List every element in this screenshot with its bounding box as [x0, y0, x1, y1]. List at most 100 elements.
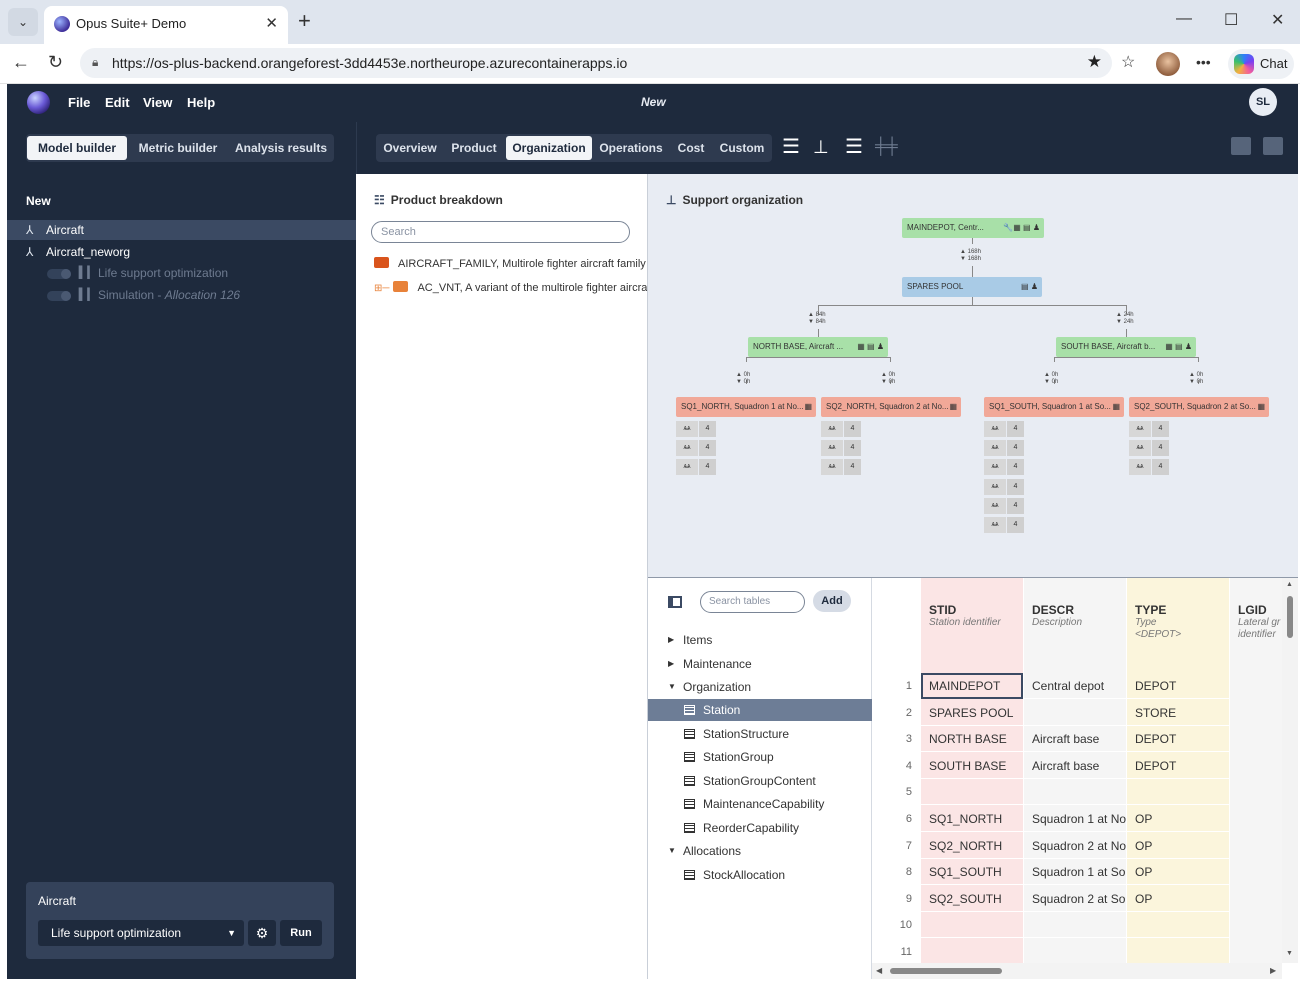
column-header-stid[interactable]: STID Station identifier: [921, 578, 1023, 673]
scroll-left-icon[interactable]: ◀: [876, 966, 882, 975]
table-item-stationgroup[interactable]: StationGroup: [648, 746, 872, 768]
add-table-button[interactable]: Add: [813, 590, 851, 612]
table-cell[interactable]: DEPOT: [1127, 753, 1229, 779]
row-number[interactable]: 10: [872, 912, 920, 938]
table-cell[interactable]: OP: [1127, 859, 1229, 886]
analysis-item-simulation[interactable]: ▍▎ Simulation - Allocation 126: [7, 285, 356, 305]
product-item[interactable]: ⊞─ AC_VNT, A variant of the multirole fig…: [374, 279, 647, 297]
stock-indicator[interactable]: ѧѧ 4: [984, 459, 1024, 476]
table-cell[interactable]: STORE: [1127, 700, 1229, 726]
table-cell[interactable]: [1024, 912, 1126, 939]
org-node-sq1-south[interactable]: SQ1_SOUTH, Squadron 1 at So... ▦: [984, 397, 1124, 417]
mode-metric-builder[interactable]: Metric builder: [130, 136, 226, 160]
horizontal-scrollbar[interactable]: ◀ ▶: [872, 963, 1282, 979]
back-icon[interactable]: ←: [12, 52, 30, 73]
table-cell[interactable]: [1024, 700, 1126, 726]
table-cell[interactable]: Aircraft base: [1024, 726, 1126, 753]
scroll-up-icon[interactable]: ▲: [1286, 581, 1293, 588]
row-number[interactable]: 3: [872, 726, 920, 752]
org-node-sq1-north[interactable]: SQ1_NORTH, Squadron 1 at No... ▦: [676, 397, 816, 417]
table-cell[interactable]: SQ2_SOUTH: [921, 886, 1023, 912]
table-cell[interactable]: Aircraft base: [1024, 753, 1126, 779]
table-group-allocations[interactable]: ▼ Allocations: [648, 840, 872, 862]
close-window-icon[interactable]: ✕: [1271, 10, 1284, 30]
table-cell[interactable]: SQ1_NORTH: [921, 806, 1023, 832]
table-cell[interactable]: SQ1_SOUTH: [921, 859, 1023, 886]
favorite-star-icon[interactable]: ★: [1087, 52, 1102, 72]
tab-product[interactable]: Product: [444, 136, 504, 160]
mode-model-builder[interactable]: Model builder: [27, 136, 127, 160]
table-cell[interactable]: OP: [1127, 806, 1229, 832]
stock-indicator[interactable]: ѧѧ 4: [1129, 440, 1169, 457]
more-options-icon[interactable]: •••: [1196, 54, 1211, 70]
scroll-right-icon[interactable]: ▶: [1270, 966, 1276, 975]
tab-cost[interactable]: Cost: [670, 136, 712, 160]
stock-indicator[interactable]: ѧѧ 4: [821, 459, 861, 476]
org-node-spares-pool[interactable]: SPARES POOL ▤ ♟: [902, 277, 1042, 297]
comments-icon[interactable]: [1231, 137, 1251, 155]
stock-indicator[interactable]: ѧѧ 4: [1129, 421, 1169, 437]
table-cell[interactable]: [921, 912, 1023, 939]
org-tree-view-icon[interactable]: ⊥: [813, 136, 829, 158]
table-cell[interactable]: DEPOT: [1127, 726, 1229, 753]
analysis-toggle[interactable]: [47, 269, 71, 279]
table-cell[interactable]: Squadron 2 at Sou: [1024, 886, 1126, 912]
table-cell[interactable]: OP: [1127, 833, 1229, 859]
table-cell[interactable]: SQ2_NORTH: [921, 833, 1023, 859]
search-tables-input[interactable]: Search tables: [700, 591, 805, 613]
column-header-lgid[interactable]: LGID Lateral gr identifier: [1230, 578, 1290, 673]
row-number[interactable]: 8: [872, 859, 920, 885]
table-cell[interactable]: DEPOT: [1127, 673, 1229, 699]
table-item-stationgroupcontent[interactable]: StationGroupContent: [648, 770, 872, 792]
chat-button[interactable]: Chat: [1228, 49, 1294, 79]
stock-indicator[interactable]: ѧѧ 4: [821, 421, 861, 437]
table-item-station[interactable]: Station: [648, 699, 872, 721]
vertical-scroll-thumb[interactable]: [1287, 596, 1293, 638]
table-item-stationstructure[interactable]: StationStructure: [648, 723, 872, 745]
tab-overview[interactable]: Overview: [378, 136, 442, 160]
table-group-items[interactable]: ▶ Items: [648, 629, 872, 651]
tab-list-dropdown-icon[interactable]: ⌄: [8, 8, 38, 36]
tab-organization[interactable]: Organization: [506, 136, 592, 160]
maximize-icon[interactable]: ☐: [1224, 10, 1238, 30]
org-node-north-base[interactable]: NORTH BASE, Aircraft ... ▦ ▤ ♟: [748, 337, 888, 357]
product-search-input[interactable]: Search: [371, 221, 630, 243]
table-cell[interactable]: OP: [1127, 886, 1229, 912]
row-number[interactable]: 1: [872, 673, 920, 699]
model-item-aircraft[interactable]: ⅄ Aircraft: [7, 220, 356, 240]
browser-tab-active[interactable]: Opus Suite+ Demo ✕: [44, 6, 288, 44]
table-cell[interactable]: [1127, 912, 1229, 939]
table-cell[interactable]: Central depot: [1024, 673, 1126, 699]
row-number[interactable]: 9: [872, 886, 920, 912]
row-number[interactable]: 7: [872, 833, 920, 859]
user-avatar[interactable]: SL: [1249, 88, 1277, 116]
table-cell[interactable]: [1127, 939, 1229, 965]
run-button[interactable]: Run: [280, 920, 322, 946]
stock-indicator[interactable]: ѧѧ 4: [984, 517, 1024, 533]
org-node-sq2-north[interactable]: SQ2_NORTH, Squadron 2 at No... ▦: [821, 397, 961, 417]
table-item-maintenancecapability[interactable]: MaintenanceCapability: [648, 793, 872, 815]
stock-indicator[interactable]: ѧѧ 4: [984, 440, 1024, 457]
stock-indicator[interactable]: ѧѧ 4: [676, 459, 716, 476]
table-cell[interactable]: [921, 939, 1023, 965]
menu-view[interactable]: View: [143, 95, 172, 110]
row-number[interactable]: 5: [872, 779, 920, 805]
analysis-select[interactable]: Life support optimization ▼: [38, 920, 244, 946]
stock-indicator[interactable]: ѧѧ 4: [984, 478, 1024, 495]
table-cell[interactable]: [1024, 939, 1126, 965]
column-header-type[interactable]: TYPE Type <DEPOT>: [1127, 578, 1229, 673]
table-item-reordercapability[interactable]: ReorderCapability: [648, 817, 872, 839]
browser-profile-avatar[interactable]: [1156, 52, 1180, 76]
row-number[interactable]: 4: [872, 753, 920, 779]
table-group-maintenance[interactable]: ▶ Maintenance: [648, 653, 872, 675]
table-cell[interactable]: [1024, 779, 1126, 806]
analysis-item-life-support[interactable]: ▍▎ Life support optimization: [7, 263, 356, 283]
stock-indicator[interactable]: ѧѧ 4: [1129, 459, 1169, 476]
org-node-sq2-south[interactable]: SQ2_SOUTH, Squadron 2 at So... ▦: [1129, 397, 1269, 417]
table-cell[interactable]: [1127, 779, 1229, 806]
mode-analysis-results[interactable]: Analysis results: [229, 136, 333, 160]
refresh-icon[interactable]: ↻: [48, 52, 63, 73]
analysis-toggle[interactable]: [47, 291, 71, 301]
menu-file[interactable]: File: [68, 95, 90, 110]
table-cell[interactable]: Squadron 1 at Sou: [1024, 859, 1126, 886]
